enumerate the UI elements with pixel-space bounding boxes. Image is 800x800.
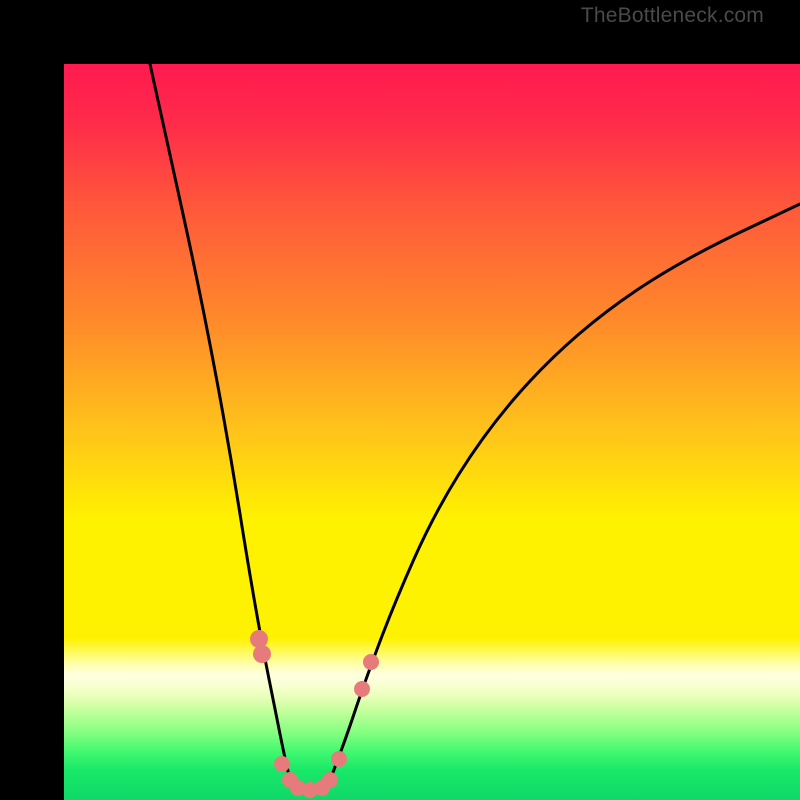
data-marker <box>253 645 271 663</box>
data-marker <box>354 681 370 697</box>
data-marker <box>274 756 290 772</box>
data-marker <box>331 751 347 767</box>
plot-area <box>64 64 800 800</box>
data-marker <box>250 630 268 648</box>
chart-frame <box>0 0 800 800</box>
data-marker <box>322 772 338 788</box>
chart-svg <box>64 64 800 800</box>
data-marker <box>363 654 379 670</box>
watermark-text: TheBottleneck.com <box>581 4 764 28</box>
